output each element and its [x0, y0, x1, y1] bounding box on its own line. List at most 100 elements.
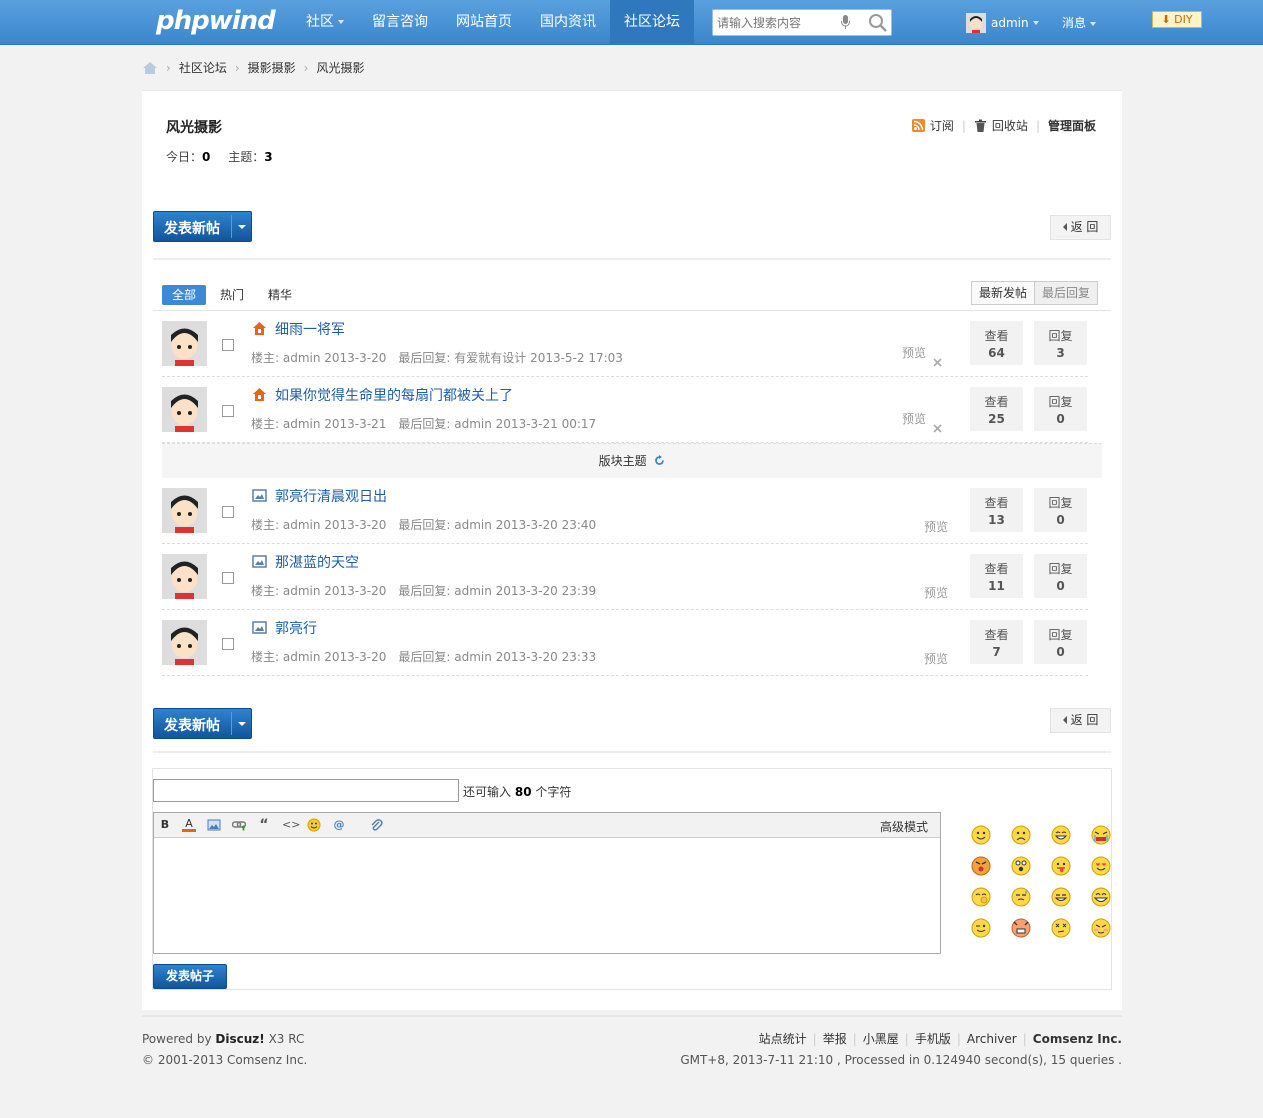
- thread-checkbox[interactable]: [222, 572, 234, 584]
- tab-hot[interactable]: 热门: [210, 285, 254, 305]
- nav-item-home[interactable]: 网站首页: [442, 0, 526, 45]
- thread-title[interactable]: 那湛蓝的天空: [275, 552, 359, 572]
- avatar[interactable]: [162, 321, 207, 366]
- smiley-icon[interactable]: [307, 818, 321, 832]
- refresh-icon[interactable]: [654, 455, 665, 466]
- thread-title[interactable]: 郭亮行: [275, 618, 317, 638]
- thread-owner[interactable]: 楼主: admin 2013-3-20: [251, 518, 386, 532]
- back-button[interactable]: 返 回: [1050, 215, 1111, 240]
- nav-item-news[interactable]: 国内资讯: [526, 0, 610, 45]
- at-icon[interactable]: @: [332, 818, 346, 832]
- preview-link[interactable]: 预览: [924, 518, 948, 535]
- thread-owner[interactable]: 楼主: admin 2013-3-21: [251, 417, 386, 431]
- tab-all[interactable]: 全部: [162, 285, 207, 305]
- smiley-laugh-icon[interactable]: [1091, 887, 1111, 907]
- back-button[interactable]: 返 回: [1050, 708, 1111, 733]
- thread-checkbox[interactable]: [222, 638, 234, 650]
- footer-link-report[interactable]: 举报: [823, 1032, 847, 1046]
- image-insert-icon[interactable]: [207, 818, 221, 832]
- preview-link[interactable]: 预览: [902, 344, 926, 361]
- user-menu[interactable]: admin: [966, 12, 1039, 34]
- smiley-angry-icon[interactable]: [971, 856, 991, 876]
- thread-checkbox[interactable]: [222, 405, 234, 417]
- preview-link[interactable]: 预览: [924, 650, 948, 667]
- subscribe-link[interactable]: 订阅: [911, 117, 954, 134]
- new-post-button[interactable]: 发表新帖: [153, 708, 252, 739]
- thread-checkbox[interactable]: [222, 339, 234, 351]
- search-icon[interactable]: [868, 13, 888, 33]
- thread-title[interactable]: 郭亮行清晨观日出: [275, 486, 387, 506]
- font-color-icon[interactable]: A: [182, 818, 196, 832]
- close-icon[interactable]: [933, 424, 942, 433]
- thread-last-reply[interactable]: 最后回复: admin 2013-3-20 23:40: [398, 518, 596, 532]
- smiley-dizzy-icon[interactable]: [1051, 918, 1071, 938]
- smiley-sweat-icon[interactable]: [1011, 887, 1031, 907]
- smiley-love-icon[interactable]: [1091, 856, 1111, 876]
- avatar[interactable]: [162, 620, 207, 665]
- bold-icon[interactable]: B: [158, 818, 172, 832]
- discuz-link[interactable]: Discuz!: [215, 1032, 264, 1046]
- sort-newest-posts[interactable]: 最新发帖: [972, 282, 1036, 304]
- breadcrumb-item[interactable]: 风光摄影: [316, 59, 364, 76]
- avatar[interactable]: [162, 554, 207, 599]
- smiley-smile-icon[interactable]: [971, 825, 991, 845]
- preview-link[interactable]: 预览: [924, 584, 948, 601]
- thread-last-reply[interactable]: 最后回复: admin 2013-3-20 23:33: [398, 650, 596, 664]
- close-icon[interactable]: [933, 358, 942, 367]
- nav-item-guestbook[interactable]: 留言咨询: [358, 0, 442, 45]
- thread-title[interactable]: 细雨一将军: [275, 319, 345, 339]
- code-icon[interactable]: <>: [282, 818, 300, 832]
- manage-panel-link[interactable]: 管理面板: [1048, 117, 1096, 134]
- thread-title[interactable]: 如果你觉得生命里的每扇门都被关上了: [275, 385, 513, 405]
- quote-icon[interactable]: “: [257, 818, 271, 832]
- tab-digest[interactable]: 精华: [258, 285, 302, 305]
- search-input[interactable]: [717, 10, 837, 35]
- new-post-button[interactable]: 发表新帖: [153, 211, 252, 242]
- thread-owner[interactable]: 楼主: admin 2013-3-20: [251, 584, 386, 598]
- new-post-dropdown[interactable]: [231, 215, 251, 238]
- thread-checkbox[interactable]: [222, 506, 234, 518]
- diy-button[interactable]: ⬇ DIY: [1152, 11, 1202, 28]
- new-post-dropdown[interactable]: [231, 712, 251, 735]
- thread-last-reply[interactable]: 最后回复: admin 2013-3-20 23:39: [398, 584, 596, 598]
- smiley-cry-icon[interactable]: [1091, 825, 1111, 845]
- thread-last-reply[interactable]: 最后回复: admin 2013-3-21 00:17: [398, 417, 596, 431]
- smiley-biggrin-icon[interactable]: [1051, 825, 1071, 845]
- footer-link-blacklist[interactable]: 小黑屋: [863, 1032, 899, 1046]
- nav-item-community[interactable]: 社区: [292, 0, 358, 45]
- smiley-wink-icon[interactable]: [971, 918, 991, 938]
- breadcrumb-item[interactable]: 社区论坛: [179, 59, 227, 76]
- smiley-grin-icon[interactable]: [1051, 887, 1071, 907]
- smiley-titter-icon[interactable]: [971, 887, 991, 907]
- home-icon[interactable]: [142, 61, 158, 75]
- smiley-mad-icon[interactable]: [1011, 918, 1031, 938]
- preview-link[interactable]: 预览: [902, 410, 926, 427]
- link-icon[interactable]: [232, 818, 246, 832]
- smiley-shocked-icon[interactable]: [1011, 856, 1031, 876]
- footer-link-stats[interactable]: 站点统计: [759, 1032, 807, 1046]
- thread-owner[interactable]: 楼主: admin 2013-3-20: [251, 351, 386, 365]
- thread-owner[interactable]: 楼主: admin 2013-3-20: [251, 650, 386, 664]
- breadcrumb-item[interactable]: 摄影摄影: [248, 59, 296, 76]
- advanced-mode-link[interactable]: 高级模式: [880, 818, 928, 835]
- messages-menu[interactable]: 消息: [1062, 14, 1097, 31]
- microphone-icon[interactable]: [841, 15, 850, 29]
- smiley-tongue-icon[interactable]: [1051, 856, 1071, 876]
- thread-last-reply[interactable]: 最后回复: 有爱就有设计 2013-5-2 17:03: [398, 351, 623, 365]
- submit-post-button[interactable]: 发表帖子: [153, 964, 227, 989]
- recycle-bin-link[interactable]: 回收站: [974, 117, 1028, 134]
- footer-link-archiver[interactable]: Archiver: [967, 1032, 1017, 1046]
- chevron-down-icon: [238, 225, 246, 229]
- avatar[interactable]: [162, 488, 207, 533]
- nav-item-forum[interactable]: 社区论坛: [610, 0, 694, 45]
- attachment-icon[interactable]: [369, 818, 383, 832]
- post-content-textarea[interactable]: [154, 838, 940, 953]
- smiley-shy-icon[interactable]: [1091, 918, 1111, 938]
- quick-post-title-input[interactable]: [153, 779, 459, 802]
- avatar[interactable]: [162, 387, 207, 432]
- site-logo[interactable]: phpwind: [156, 6, 276, 36]
- footer-link-mobile[interactable]: 手机版: [915, 1032, 951, 1046]
- sort-last-reply[interactable]: 最后回复: [1035, 282, 1098, 304]
- footer-link-comsenz[interactable]: Comsenz Inc.: [1033, 1032, 1122, 1046]
- smiley-sad-icon[interactable]: [1011, 825, 1031, 845]
